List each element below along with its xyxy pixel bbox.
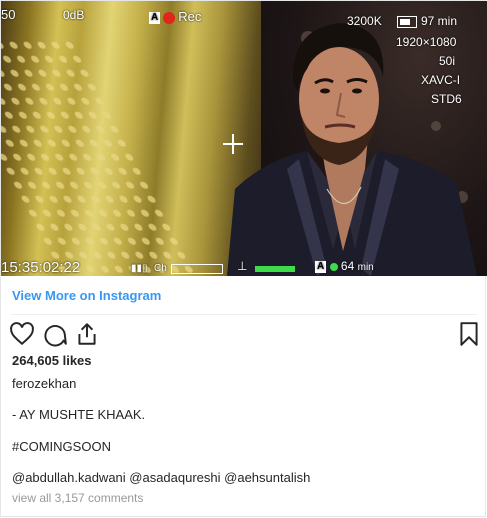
comment-icon[interactable] [42,321,68,347]
battery-icon [397,15,417,28]
hud-frame-rate: 50i [439,54,456,68]
media-unit: min [357,262,374,273]
author-username[interactable]: ferozekhan [12,376,76,391]
view-all-comments-link[interactable]: view all 3,157 comments [12,491,143,505]
hud-picture-profile: STD6 [431,92,462,106]
audio-meter-track [171,264,223,274]
hud-codec: XAVC-I [421,73,461,87]
media-time: 64 [340,259,355,273]
caption-hashtag[interactable]: #COMINGSOON [12,439,111,454]
rec-label: Rec [178,9,202,24]
center-crosshair [223,134,243,154]
hud-channel-label: Ch [154,263,167,274]
media-status-icon [329,262,338,271]
rec-dot-icon [163,11,176,24]
caption-mentions[interactable]: @abdullah.kadwani @asadaqureshi @aehsunt… [12,470,310,485]
share-icon[interactable] [74,321,100,347]
likes-count[interactable]: 264,605 likes [12,353,92,368]
hud-battery: 97 min [393,14,457,28]
view-more-link[interactable]: View More on Instagram [12,288,161,303]
hud-signal-icon: ▮▮▯ [131,263,148,274]
hud-top-left-value: 50 [1,7,16,22]
caption-line: - AY MUSHTE KHAAK. [12,407,146,422]
post-photo[interactable]: 50 0dB A Rec 3200K 97 min 1920×1080 50i X… [1,1,487,276]
hud-level-icon: ⊥ [237,259,248,273]
hud-audio-level: 0dB [63,8,85,22]
level-meter [255,266,295,272]
instagram-embed: 50 0dB A Rec 3200K 97 min 1920×1080 50i X… [0,0,487,517]
heart-icon[interactable] [9,321,35,347]
hud-resolution: 1920×1080 [396,35,457,49]
hud-timecode: 15:35:02:22 [1,259,81,276]
rec-badge: A [149,11,161,24]
hud-media-remaining: A 64 min [315,259,374,273]
action-bar [1,321,487,349]
divider [11,314,477,315]
bookmark-icon[interactable] [456,321,482,347]
battery-time: 97 min [421,14,458,28]
media-badge: A [315,260,327,273]
hud-white-balance: 3200K [347,14,382,28]
hud-rec-indicator: A Rec [149,9,201,24]
